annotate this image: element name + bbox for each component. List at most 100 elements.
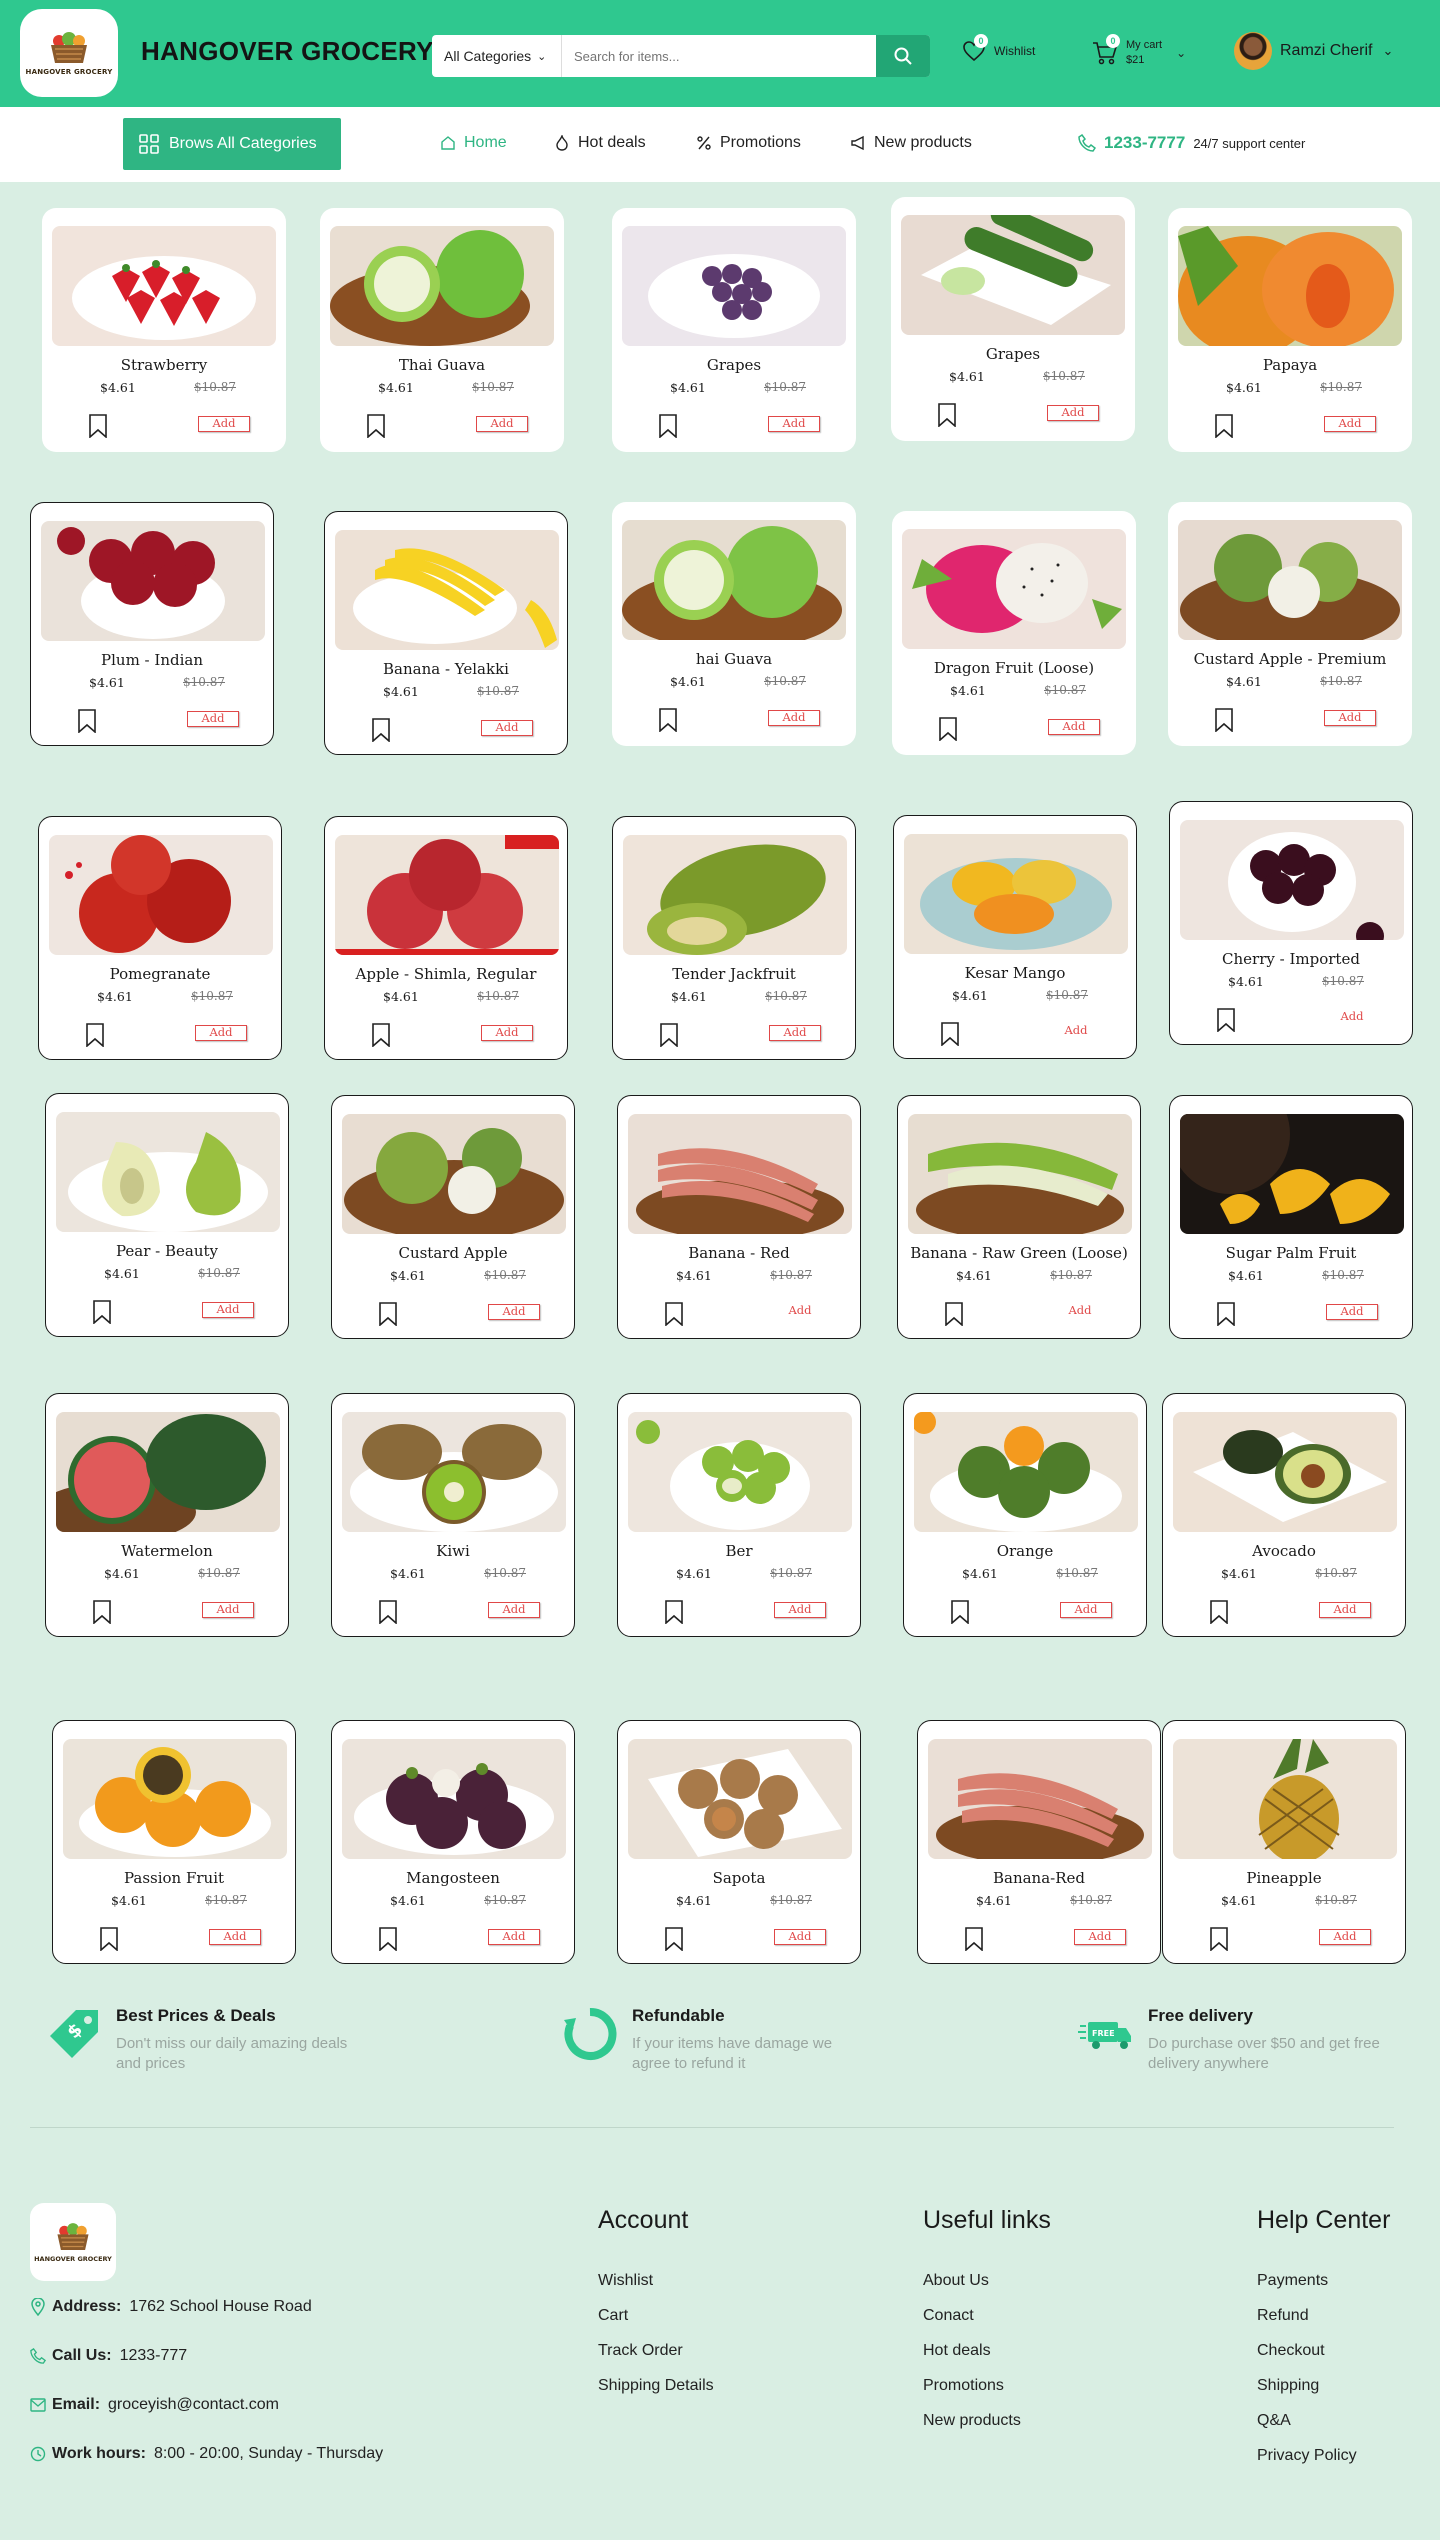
add-to-cart-button[interactable]: Add <box>1054 1304 1106 1320</box>
product-name[interactable]: Papaya <box>1168 356 1412 374</box>
add-to-cart-button[interactable]: Add <box>1326 1010 1378 1026</box>
product-image[interactable] <box>622 226 846 346</box>
footer-help-link[interactable]: Payments <box>1257 2272 1328 2290</box>
bookmark-icon[interactable] <box>1216 1008 1236 1032</box>
bookmark-icon[interactable] <box>964 1927 984 1951</box>
product-name[interactable]: Kesar Mango <box>894 964 1136 982</box>
add-to-cart-button[interactable]: Add <box>488 1602 540 1618</box>
product-card[interactable]: Strawberry $4.61 $10.87 Add <box>42 208 286 452</box>
product-name[interactable]: Banana-Red <box>918 1869 1160 1887</box>
product-image[interactable] <box>342 1412 566 1532</box>
product-card[interactable]: Orange $4.61 $10.87 Add <box>903 1393 1147 1637</box>
bookmark-icon[interactable] <box>371 1023 391 1047</box>
bookmark-icon[interactable] <box>664 1302 684 1326</box>
bookmark-icon[interactable] <box>944 1302 964 1326</box>
support-center[interactable]: 1233-7777 24/7 support center <box>1078 133 1305 153</box>
product-card[interactable]: Watermelon $4.61 $10.87 Add <box>45 1393 289 1637</box>
footer-useful-link[interactable]: Hot deals <box>923 2342 991 2360</box>
add-to-cart-button[interactable]: Add <box>209 1929 261 1945</box>
footer-account-link[interactable]: Wishlist <box>598 2272 653 2290</box>
product-card[interactable]: Kiwi $4.61 $10.87 Add <box>331 1393 575 1637</box>
product-image[interactable] <box>623 835 847 955</box>
product-image[interactable] <box>342 1114 566 1234</box>
product-image[interactable] <box>908 1114 1132 1234</box>
bookmark-icon[interactable] <box>659 1023 679 1047</box>
bookmark-icon[interactable] <box>937 403 957 427</box>
add-to-cart-button[interactable]: Add <box>488 1304 540 1320</box>
product-name[interactable]: Kiwi <box>332 1542 574 1560</box>
product-name[interactable]: Banana - Yelakki <box>325 660 567 678</box>
add-to-cart-button[interactable]: Add <box>774 1929 826 1945</box>
product-name[interactable]: Thai Guava <box>320 356 564 374</box>
product-image[interactable] <box>330 226 554 346</box>
bookmark-icon[interactable] <box>1214 414 1234 438</box>
product-name[interactable]: Sapota <box>618 1869 860 1887</box>
bookmark-icon[interactable] <box>1216 1302 1236 1326</box>
browse-categories-button[interactable]: Brows All Categories <box>123 118 341 170</box>
nav-promotions[interactable]: Promotions <box>696 134 801 152</box>
product-card[interactable]: Avocado $4.61 $10.87 Add <box>1162 1393 1406 1637</box>
product-image[interactable] <box>1173 1739 1397 1859</box>
product-name[interactable]: Cherry - Imported <box>1170 950 1412 968</box>
product-name[interactable]: Grapes <box>612 356 856 374</box>
product-image[interactable] <box>628 1114 852 1234</box>
add-to-cart-button[interactable]: Add <box>202 1602 254 1618</box>
bookmark-icon[interactable] <box>92 1600 112 1624</box>
footer-useful-link[interactable]: Conact <box>923 2307 974 2325</box>
product-image[interactable] <box>1180 820 1404 940</box>
product-card[interactable]: Kesar Mango $4.61 $10.87 Add <box>893 815 1137 1059</box>
product-image[interactable] <box>52 226 276 346</box>
product-name[interactable]: Pomegranate <box>39 965 281 983</box>
bookmark-icon[interactable] <box>1209 1927 1229 1951</box>
email-value[interactable]: groceyish@contact.com <box>108 2396 279 2414</box>
add-to-cart-button[interactable]: Add <box>768 416 820 432</box>
product-image[interactable] <box>622 520 846 640</box>
product-card[interactable]: Sugar Palm Fruit $4.61 $10.87 Add <box>1169 1095 1413 1339</box>
nav-home[interactable]: Home <box>440 134 507 152</box>
product-image[interactable] <box>628 1739 852 1859</box>
add-to-cart-button[interactable]: Add <box>1048 719 1100 735</box>
footer-help-link[interactable]: Refund <box>1257 2307 1309 2325</box>
bookmark-icon[interactable] <box>99 1927 119 1951</box>
product-image[interactable] <box>342 1739 566 1859</box>
product-image[interactable] <box>628 1412 852 1532</box>
footer-account-link[interactable]: Shipping Details <box>598 2377 714 2395</box>
product-card[interactable]: Banana - Red $4.61 $10.87 Add <box>617 1095 861 1339</box>
product-card[interactable]: Dragon Fruit (Loose) $4.61 $10.87 Add <box>892 511 1136 755</box>
user-menu[interactable]: Ramzi Cherif ⌄ <box>1234 32 1393 70</box>
product-image[interactable] <box>914 1412 1138 1532</box>
footer-useful-link[interactable]: New products <box>923 2412 1021 2430</box>
footer-useful-link[interactable]: Promotions <box>923 2377 1004 2395</box>
product-card[interactable]: Banana - Yelakki $4.61 $10.87 Add <box>324 511 568 755</box>
product-card[interactable]: Pear - Beauty $4.61 $10.87 Add <box>45 1093 289 1337</box>
product-name[interactable]: Banana - Red <box>618 1244 860 1262</box>
product-image[interactable] <box>335 835 559 955</box>
search-input[interactable] <box>562 35 876 77</box>
product-name[interactable]: Plum - Indian <box>31 651 273 669</box>
footer-help-link[interactable]: Shipping <box>1257 2377 1319 2395</box>
add-to-cart-button[interactable]: Add <box>774 1304 826 1320</box>
product-name[interactable]: Ber <box>618 1542 860 1560</box>
category-select[interactable]: All Categories ⌄ <box>432 35 562 77</box>
bookmark-icon[interactable] <box>92 1300 112 1324</box>
add-to-cart-button[interactable]: Add <box>488 1929 540 1945</box>
product-image[interactable] <box>1178 226 1402 346</box>
product-image[interactable] <box>901 215 1125 335</box>
product-card[interactable]: Papaya $4.61 $10.87 Add <box>1168 208 1412 452</box>
product-card[interactable]: Grapes $4.61 $10.87 Add <box>891 197 1135 441</box>
bookmark-icon[interactable] <box>378 1600 398 1624</box>
product-card[interactable]: Custard Apple $4.61 $10.87 Add <box>331 1095 575 1339</box>
product-name[interactable]: Dragon Fruit (Loose) <box>892 659 1136 677</box>
bookmark-icon[interactable] <box>1214 708 1234 732</box>
product-card[interactable]: Apple - Shimla, Regular $4.61 $10.87 Add <box>324 816 568 1060</box>
wishlist-button[interactable]: 0 Wishlist <box>962 34 1035 62</box>
add-to-cart-button[interactable]: Add <box>769 1025 821 1041</box>
product-name[interactable]: Watermelon <box>46 1542 288 1560</box>
add-to-cart-button[interactable]: Add <box>774 1602 826 1618</box>
product-name[interactable]: Orange <box>904 1542 1146 1560</box>
product-name[interactable]: Custard Apple <box>332 1244 574 1262</box>
product-card[interactable]: Passion Fruit $4.61 $10.87 Add <box>52 1720 296 1964</box>
add-to-cart-button[interactable]: Add <box>476 416 528 432</box>
bookmark-icon[interactable] <box>366 414 386 438</box>
footer-logo[interactable]: HANGOVER GROCERY <box>30 2203 116 2281</box>
